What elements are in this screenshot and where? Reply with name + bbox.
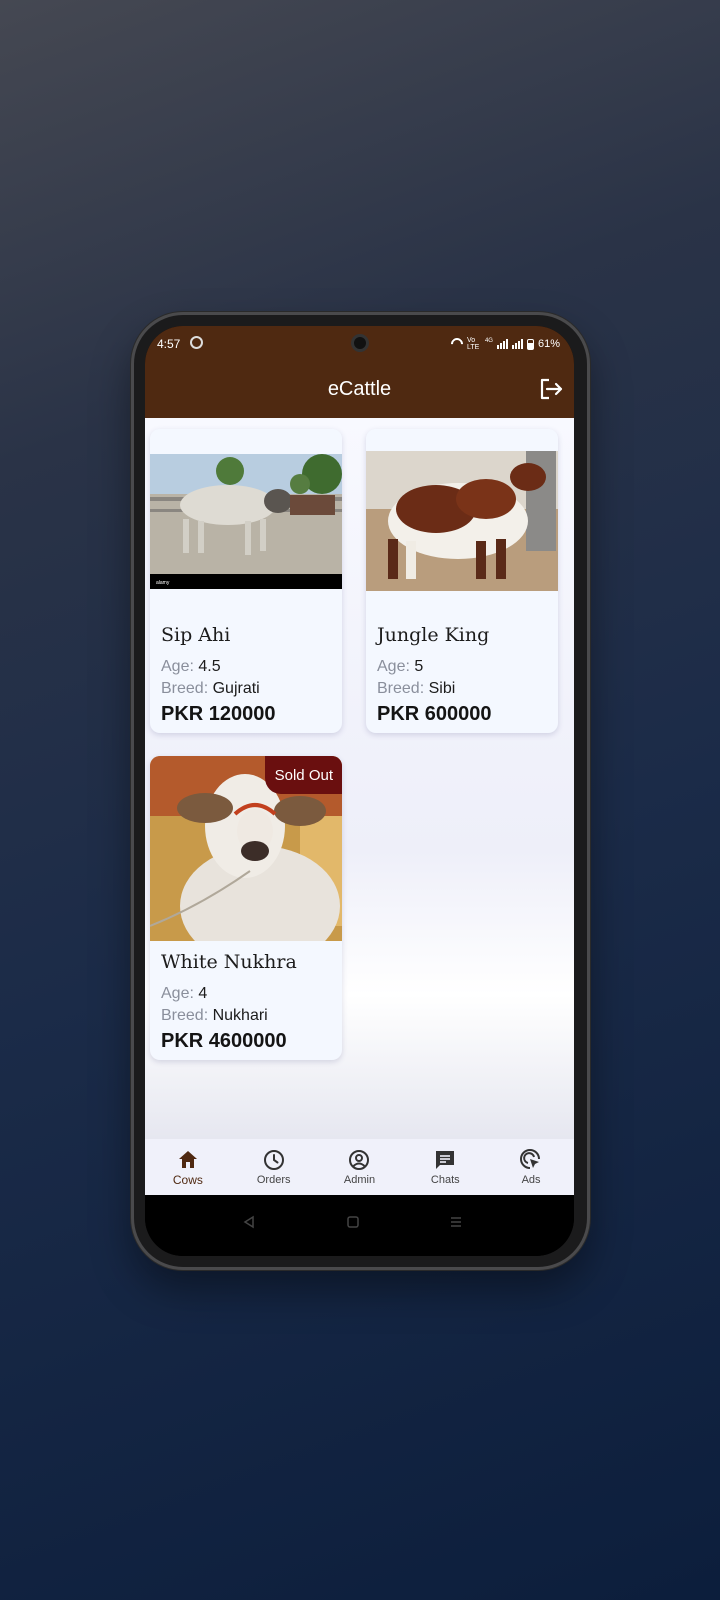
app-bar: eCattle bbox=[145, 362, 574, 418]
cow-name: Sip Ahi bbox=[161, 624, 231, 646]
battery-icon bbox=[526, 338, 534, 350]
cow-age: Age: 5 bbox=[377, 658, 423, 676]
nav-label: Ads bbox=[521, 1174, 541, 1186]
cow-card[interactable]: alamy Sip Ahi Age: 4.5 Breed: Gujrati PK… bbox=[150, 429, 342, 733]
battery-level: 61% bbox=[537, 338, 560, 350]
svg-text:alamy: alamy bbox=[156, 580, 170, 586]
home-icon bbox=[178, 1151, 197, 1168]
nav-admin[interactable]: Admin bbox=[317, 1139, 403, 1195]
nav-label: Chats bbox=[430, 1174, 460, 1186]
breed-label: Breed: bbox=[161, 680, 209, 697]
status-bar: 4:57 Vo LTE 4G 61% bbox=[145, 326, 574, 362]
sold-out-badge: Sold Out bbox=[264, 756, 342, 794]
age-value: 4 bbox=[198, 985, 208, 1002]
nav-ads[interactable]: Ads bbox=[488, 1139, 574, 1195]
network-gen: 4G bbox=[484, 338, 493, 344]
nav-label: Cows bbox=[172, 1173, 203, 1187]
age-label: Age: bbox=[161, 658, 194, 675]
cow-card[interactable]: Sold Out White Nukhra Age: 4 Breed: Nukh… bbox=[150, 756, 342, 1060]
settings-status-icon bbox=[190, 336, 203, 349]
age-label: Age: bbox=[161, 985, 194, 1002]
status-icons: Vo LTE 4G 61% bbox=[448, 335, 560, 353]
age-value: 5 bbox=[414, 658, 424, 675]
ads-click-icon bbox=[520, 1149, 541, 1169]
age-value: 4.5 bbox=[198, 658, 221, 675]
cow-name: White Nukhra bbox=[161, 951, 297, 973]
cow-age: Age: 4.5 bbox=[161, 658, 221, 676]
nav-label: Admin bbox=[343, 1174, 376, 1186]
breed-label: Breed: bbox=[161, 1007, 209, 1024]
clock-icon bbox=[263, 1150, 284, 1170]
signal-icon bbox=[496, 339, 508, 349]
cow-breed: Breed: Gujrati bbox=[161, 680, 260, 698]
nav-chats[interactable]: Chats bbox=[402, 1139, 488, 1195]
cow-price: PKR 120000 bbox=[161, 703, 276, 725]
front-camera bbox=[351, 334, 369, 352]
breed-value: Sibi bbox=[428, 680, 456, 697]
logout-icon[interactable] bbox=[538, 377, 564, 401]
nav-cows[interactable]: Cows bbox=[145, 1139, 231, 1195]
breed-value: Gujrati bbox=[212, 680, 260, 697]
cow-card[interactable]: Jungle King Age: 5 Breed: Sibi PKR 60000… bbox=[366, 429, 558, 733]
bottom-nav: Cows Orders Admin Chats Ads bbox=[145, 1139, 574, 1195]
recents-icon[interactable] bbox=[449, 1215, 463, 1229]
network-type: Vo LTE bbox=[466, 337, 480, 351]
cow-name: Jungle King bbox=[377, 624, 490, 646]
breed-label: Breed: bbox=[377, 680, 425, 697]
cow-age: Age: 4 bbox=[161, 985, 207, 1003]
cow-price: PKR 600000 bbox=[377, 703, 492, 725]
cow-price: PKR 4600000 bbox=[161, 1030, 287, 1052]
signal-icon-2 bbox=[511, 339, 523, 349]
nav-orders[interactable]: Orders bbox=[231, 1139, 317, 1195]
chat-icon bbox=[436, 1151, 455, 1169]
age-label: Age: bbox=[377, 658, 410, 675]
back-icon[interactable] bbox=[242, 1215, 256, 1229]
breed-value: Nukhari bbox=[212, 1007, 268, 1024]
system-nav-bar bbox=[145, 1195, 574, 1256]
home-nav-icon[interactable] bbox=[346, 1215, 360, 1229]
cow-photo bbox=[366, 429, 558, 614]
cow-photo: alamy bbox=[150, 429, 342, 614]
nav-label: Orders bbox=[256, 1174, 291, 1186]
account-circle-icon bbox=[349, 1150, 370, 1170]
status-time: 4:57 bbox=[157, 337, 181, 351]
cow-breed: Breed: Nukhari bbox=[161, 1007, 268, 1025]
hotspot-icon bbox=[448, 335, 466, 353]
cow-breed: Breed: Sibi bbox=[377, 680, 455, 698]
app-title: eCattle bbox=[327, 378, 392, 400]
phone-screen: 4:57 Vo LTE 4G 61% eCattle alamy Sip Ahi… bbox=[145, 326, 574, 1256]
cow-list: alamy Sip Ahi Age: 4.5 Breed: Gujrati PK… bbox=[145, 418, 574, 1208]
